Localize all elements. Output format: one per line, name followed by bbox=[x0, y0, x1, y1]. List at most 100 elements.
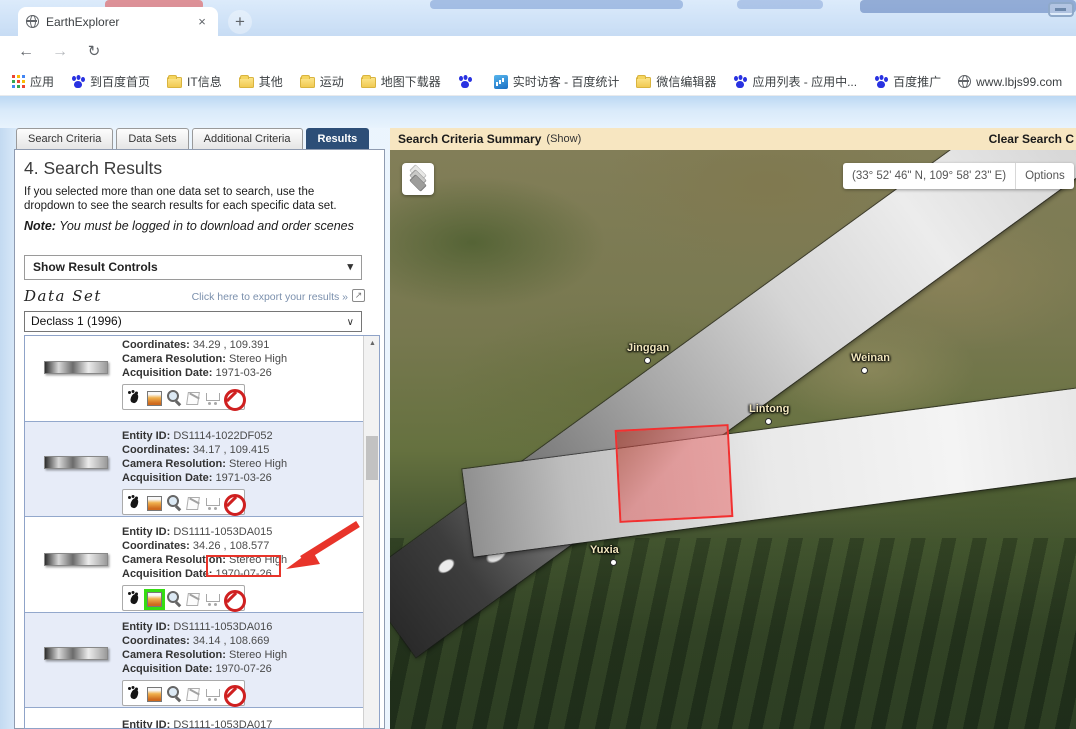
bookmark-baidu[interactable] bbox=[458, 75, 477, 89]
forward-icon[interactable] bbox=[48, 40, 72, 64]
footprint-icon[interactable] bbox=[126, 590, 143, 607]
bookmark-folder-it[interactable]: IT信息 bbox=[167, 73, 222, 90]
bookmark-baidu-home[interactable]: 到百度首页 bbox=[71, 73, 150, 90]
order-icon[interactable] bbox=[185, 389, 202, 406]
order-icon[interactable] bbox=[185, 685, 202, 702]
browse-overlay-icon-active[interactable] bbox=[146, 591, 163, 608]
exclude-icon[interactable] bbox=[224, 590, 241, 607]
annotation-arrow bbox=[280, 516, 366, 576]
bookmark-app-list[interactable]: 应用列表 - 应用中... bbox=[733, 73, 857, 90]
tab-title: EarthExplorer bbox=[46, 15, 194, 29]
scene-thumbnail[interactable] bbox=[44, 456, 108, 469]
result-row[interactable]: Entity ID: DS1111-1053DA016 Coordinates:… bbox=[25, 612, 363, 707]
search-results-note: Note: You must be logged in to download … bbox=[24, 219, 366, 234]
browser-tab[interactable]: EarthExplorer bbox=[18, 7, 218, 36]
place-marker-icon bbox=[861, 367, 868, 374]
result-row[interactable]: Coordinates: 34.29 , 109.391 Camera Reso… bbox=[25, 336, 363, 421]
show-result-controls-toggle[interactable]: Show Result Controls bbox=[24, 255, 362, 280]
selected-scene-footprint[interactable] bbox=[615, 424, 734, 523]
bookmark-folder-wechat-editor[interactable]: 微信编辑器 bbox=[636, 73, 716, 90]
tab-results[interactable]: Results bbox=[306, 128, 370, 150]
folder-icon bbox=[239, 77, 254, 88]
window-minimize-button[interactable] bbox=[1048, 2, 1074, 17]
bookmarks-bar: 应用 到百度首页 IT信息 其他 运动 地图下载器 实时访客 - 百度统计 微信… bbox=[0, 68, 1076, 96]
browse-overlay-icon[interactable] bbox=[146, 686, 163, 703]
export-results-link[interactable]: Click here to export your results » bbox=[148, 291, 348, 303]
bookmark-folder-sports[interactable]: 运动 bbox=[300, 73, 344, 90]
cart-icon[interactable] bbox=[204, 685, 221, 702]
order-icon[interactable] bbox=[185, 590, 202, 607]
dataset-select[interactable]: Declass 1 (1996) bbox=[24, 311, 362, 332]
exclude-icon[interactable] bbox=[224, 389, 241, 406]
baidu-paw-icon bbox=[733, 75, 747, 89]
scene-thumbnail[interactable] bbox=[44, 647, 108, 660]
place-marker-icon bbox=[610, 559, 617, 566]
metadata-icon[interactable] bbox=[165, 494, 182, 511]
result-row[interactable]: Entity ID: DS1114-1022DF052 Coordinates:… bbox=[25, 421, 363, 516]
place-label: Lintong bbox=[749, 403, 789, 415]
exclude-icon[interactable] bbox=[224, 494, 241, 511]
bookmark-folder-other[interactable]: 其他 bbox=[239, 73, 283, 90]
result-row[interactable]: Entity ID: DS1111-1053DA017 bbox=[25, 707, 363, 729]
cart-icon[interactable] bbox=[204, 389, 221, 406]
cart-icon[interactable] bbox=[204, 494, 221, 511]
browse-overlay-icon[interactable] bbox=[146, 390, 163, 407]
scrollbar-thumb[interactable] bbox=[366, 436, 378, 480]
baidu-paw-icon bbox=[874, 75, 888, 89]
bookmark-baidu-stats[interactable]: 实时访客 - 百度统计 bbox=[494, 73, 620, 90]
summary-title: Search Criteria Summary bbox=[398, 132, 541, 146]
scroll-up-icon[interactable] bbox=[364, 336, 380, 351]
folder-icon bbox=[167, 77, 182, 88]
annotation-box bbox=[206, 555, 281, 577]
back-icon[interactable] bbox=[14, 40, 38, 64]
browse-overlay-icon[interactable] bbox=[146, 495, 163, 512]
earthexplorer-tabs: Search Criteria Data Sets Additional Cri… bbox=[16, 128, 369, 150]
metadata-icon[interactable] bbox=[165, 590, 182, 607]
order-icon[interactable] bbox=[185, 494, 202, 511]
bookmark-apps[interactable]: 应用 bbox=[12, 73, 54, 90]
search-criteria-summary-bar: Search Criteria Summary (Show) Clear Sea… bbox=[390, 128, 1076, 150]
bookmark-folder-mapdownloader[interactable]: 地图下载器 bbox=[361, 73, 441, 90]
bookmark-lbjs99[interactable]: www.lbjs99.com bbox=[958, 75, 1062, 89]
scene-thumbnail[interactable] bbox=[44, 361, 108, 374]
export-icon[interactable] bbox=[352, 289, 365, 302]
clear-search-link[interactable]: Clear Search C bbox=[989, 132, 1074, 146]
tab-close-icon[interactable] bbox=[194, 14, 210, 30]
scene-actions bbox=[122, 384, 245, 410]
page-header-band bbox=[0, 96, 1076, 128]
chart-icon bbox=[494, 75, 508, 89]
earthexplorer-favicon-icon bbox=[26, 15, 39, 28]
tab-additional-criteria[interactable]: Additional Criteria bbox=[192, 128, 303, 150]
background-window-artifact bbox=[430, 0, 683, 9]
scene-thumbnail[interactable] bbox=[44, 553, 108, 566]
footprint-icon[interactable] bbox=[126, 494, 143, 511]
metadata-icon[interactable] bbox=[165, 685, 182, 702]
bookmark-baidu-promo[interactable]: 百度推广 bbox=[874, 73, 941, 90]
background-window-artifact bbox=[737, 0, 823, 9]
summary-show-toggle[interactable]: (Show) bbox=[546, 133, 581, 145]
apps-grid-icon bbox=[12, 75, 25, 88]
map-layers-button[interactable] bbox=[402, 163, 434, 195]
footprint-icon[interactable] bbox=[126, 685, 143, 702]
tab-search-criteria[interactable]: Search Criteria bbox=[16, 128, 113, 150]
browser-titlebar: EarthExplorer bbox=[0, 0, 1076, 36]
map-view[interactable]: Jinggan Weinan Lintong Yuxia (33° 52' 46… bbox=[390, 150, 1076, 729]
tab-data-sets[interactable]: Data Sets bbox=[116, 128, 188, 150]
reload-icon[interactable] bbox=[82, 40, 106, 64]
options-button[interactable]: Options bbox=[1016, 163, 1074, 189]
place-label: Jinggan bbox=[627, 342, 669, 354]
new-tab-button[interactable] bbox=[228, 10, 252, 34]
background-window-artifact bbox=[860, 0, 1076, 13]
scene-actions bbox=[122, 680, 245, 706]
dataset-label: Data Set bbox=[24, 287, 102, 305]
cart-icon[interactable] bbox=[204, 590, 221, 607]
cursor-coordinates: (33° 52' 46" N, 109° 58' 23" E) bbox=[843, 163, 1016, 189]
folder-icon bbox=[636, 77, 651, 88]
metadata-icon[interactable] bbox=[165, 389, 182, 406]
scene-actions bbox=[122, 585, 245, 611]
exclude-icon[interactable] bbox=[224, 685, 241, 702]
folder-icon bbox=[300, 77, 315, 88]
footprint-icon[interactable] bbox=[126, 389, 143, 406]
search-results-description: If you selected more than one data set t… bbox=[24, 185, 366, 213]
browser-toolbar: earthexplorer.usgs.gov bbox=[0, 36, 1076, 68]
